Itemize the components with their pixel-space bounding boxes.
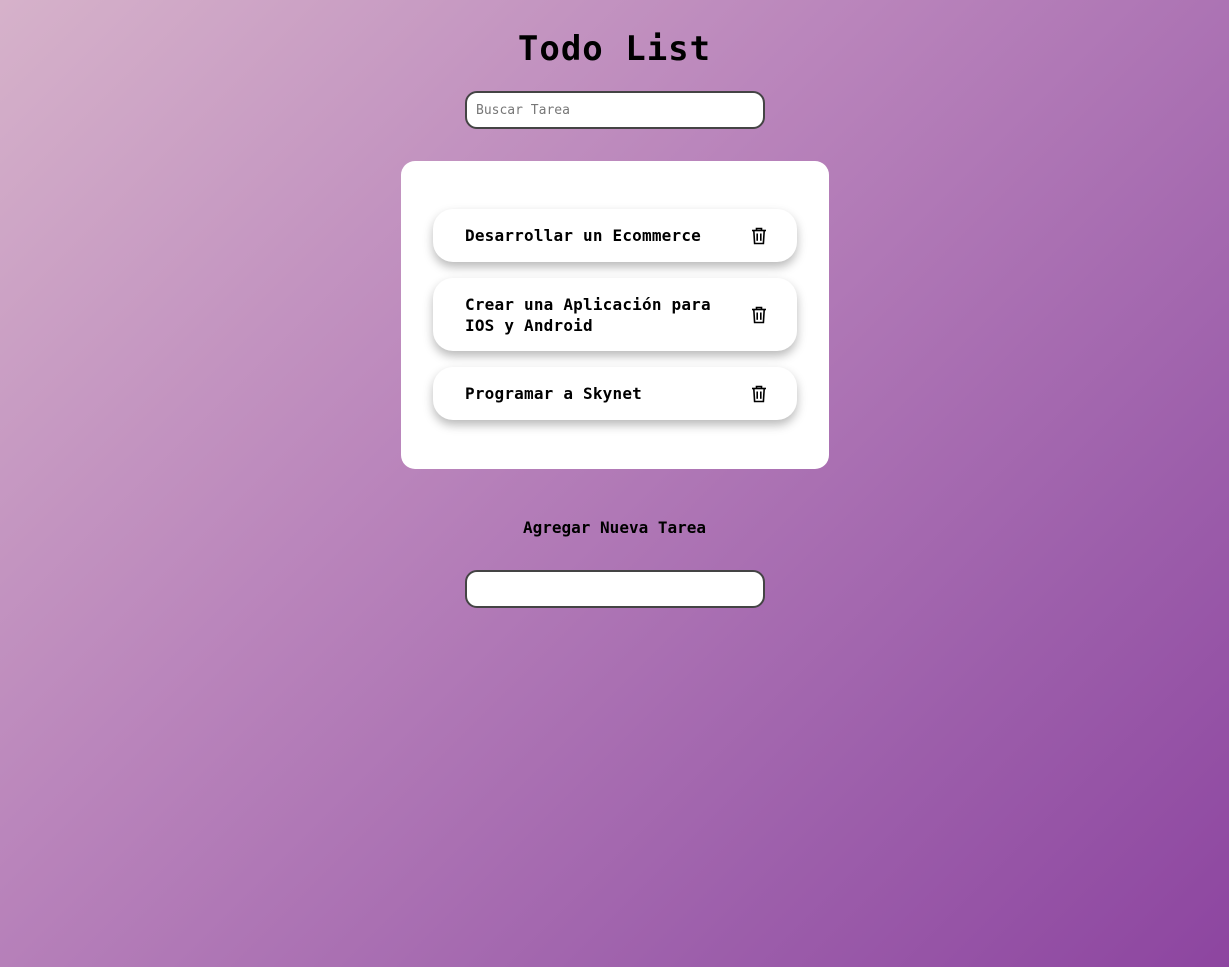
trash-icon[interactable] — [747, 382, 771, 406]
page-title: Todo List — [517, 29, 712, 69]
todo-item[interactable]: Crear una Aplicación para IOS y Android — [433, 278, 797, 351]
trash-icon[interactable] — [747, 303, 771, 327]
trash-icon[interactable] — [747, 224, 771, 248]
add-task-label: Agregar Nueva Tarea — [522, 518, 707, 537]
todo-item-text: Desarrollar un Ecommerce — [465, 226, 701, 245]
search-input[interactable] — [465, 91, 765, 129]
new-task-input[interactable] — [465, 570, 765, 608]
todo-app: Todo List Desarrollar un Ecommerce Crear… — [0, 0, 1229, 967]
todo-item-text: Programar a Skynet — [465, 384, 642, 403]
todo-list: Desarrollar un Ecommerce Crear una Aplic… — [433, 209, 797, 436]
todo-item-text: Crear una Aplicación para IOS y Android — [465, 294, 711, 335]
todo-item[interactable]: Programar a Skynet — [433, 367, 797, 420]
todo-card: Desarrollar un Ecommerce Crear una Aplic… — [401, 161, 829, 469]
todo-item[interactable]: Desarrollar un Ecommerce — [433, 209, 797, 262]
